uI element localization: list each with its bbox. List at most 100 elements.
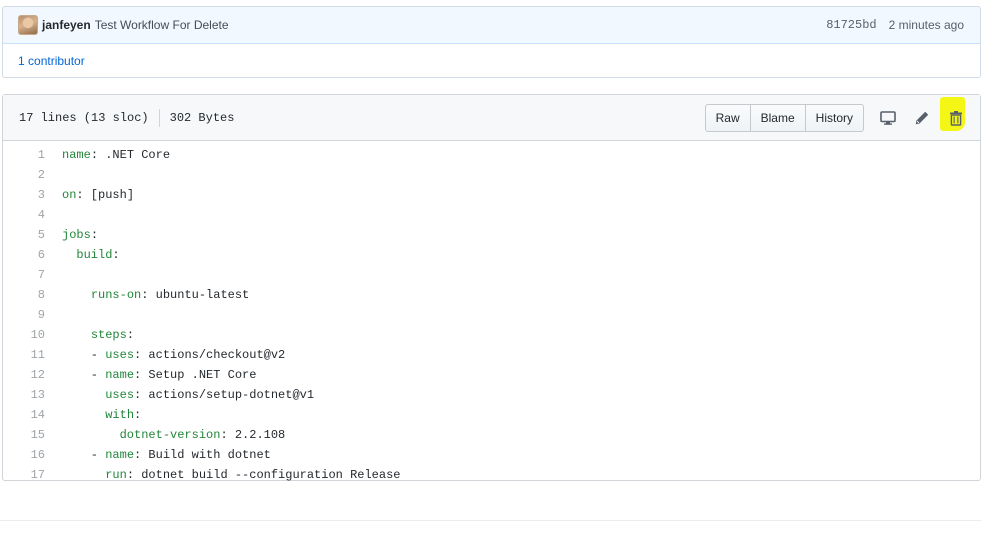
commit-author-link[interactable]: janfeyen bbox=[42, 18, 91, 32]
line-number[interactable]: 1 bbox=[3, 148, 45, 162]
commit-header: janfeyen Test Workflow For Delete 81725b… bbox=[3, 7, 980, 44]
yaml-key: build bbox=[76, 248, 113, 262]
yaml-key: run bbox=[105, 468, 127, 482]
pencil-icon bbox=[915, 111, 929, 124]
desktop-icon bbox=[880, 110, 896, 125]
line-number[interactable]: 13 bbox=[3, 388, 45, 402]
line-number[interactable]: 9 bbox=[3, 308, 45, 322]
code-text: on: [push] bbox=[45, 188, 134, 202]
open-desktop-button[interactable] bbox=[874, 104, 902, 132]
file-header: 17 lines (13 sloc) 302 Bytes Raw Blame H… bbox=[3, 95, 980, 141]
line-number[interactable]: 15 bbox=[3, 428, 45, 442]
blame-button[interactable]: Blame bbox=[750, 103, 806, 132]
code-text: with: bbox=[45, 408, 141, 422]
code-text: name: .NET Core bbox=[45, 148, 170, 162]
code-line: 10 steps: bbox=[3, 325, 980, 345]
code-line: 4 bbox=[3, 205, 980, 225]
file-lines-info: 17 lines (13 sloc) bbox=[19, 110, 149, 125]
code-line: 14 with: bbox=[3, 405, 980, 425]
file-button-group: Raw Blame History bbox=[704, 103, 864, 132]
code-line: 12 - name: Setup .NET Core bbox=[3, 365, 980, 385]
yaml-value: : dotnet build --configuration Release bbox=[126, 468, 401, 482]
line-number[interactable]: 2 bbox=[3, 168, 45, 182]
code-indent: - bbox=[62, 348, 106, 362]
code-text: - name: Build with dotnet bbox=[45, 448, 271, 462]
yaml-value: : bbox=[90, 228, 99, 242]
commit-message-link[interactable]: Test Workflow For Delete bbox=[95, 18, 229, 32]
code-text: jobs: bbox=[45, 228, 98, 242]
yaml-value: : ubuntu-latest bbox=[141, 288, 250, 302]
code-text: build: bbox=[45, 248, 120, 262]
code-view: 1 name: .NET Core 2 3 on: [push] 4 5 jobs: 6 bui… bbox=[3, 141, 980, 485]
raw-button[interactable]: Raw bbox=[704, 103, 751, 132]
yaml-key: name bbox=[105, 448, 135, 462]
line-number[interactable]: 12 bbox=[3, 368, 45, 382]
code-indent: - bbox=[62, 448, 106, 462]
yaml-value: : 2.2.108 bbox=[220, 428, 286, 442]
code-text: uses: actions/setup-dotnet@v1 bbox=[45, 388, 314, 402]
line-number[interactable]: 10 bbox=[3, 328, 45, 342]
yaml-value: : Build with dotnet bbox=[134, 448, 271, 462]
line-number[interactable]: 16 bbox=[3, 448, 45, 462]
code-text: steps: bbox=[45, 328, 134, 342]
code-line: 9 bbox=[3, 305, 980, 325]
commit-meta: 81725bd 2 minutes ago bbox=[826, 18, 964, 32]
contributors-link[interactable]: 1 contributor bbox=[18, 54, 85, 68]
line-number[interactable]: 6 bbox=[3, 248, 45, 262]
code-line: 17 run: dotnet build --configuration Rel… bbox=[3, 465, 980, 485]
yaml-key: steps bbox=[90, 328, 127, 342]
yaml-key: dotnet-version bbox=[119, 428, 221, 442]
code-line: 6 build: bbox=[3, 245, 980, 265]
page-divider bbox=[0, 520, 981, 521]
yaml-key: jobs bbox=[62, 228, 91, 242]
yaml-value: : bbox=[112, 248, 120, 262]
code-line: 1 name: .NET Core bbox=[3, 145, 980, 165]
code-text: - name: Setup .NET Core bbox=[45, 368, 257, 382]
contributors-row: 1 contributor bbox=[3, 44, 980, 77]
history-button[interactable]: History bbox=[805, 103, 864, 132]
yaml-key: name bbox=[105, 368, 135, 382]
file-actions: Raw Blame History bbox=[704, 96, 970, 132]
commit-sha-link[interactable]: 81725bd bbox=[826, 18, 876, 32]
line-number[interactable]: 3 bbox=[3, 188, 45, 202]
code-text: run: dotnet build --configuration Releas… bbox=[45, 468, 400, 482]
code-line: 8 runs-on: ubuntu-latest bbox=[3, 285, 980, 305]
trash-icon bbox=[950, 110, 962, 126]
code-line: 2 bbox=[3, 165, 980, 185]
line-number[interactable]: 8 bbox=[3, 288, 45, 302]
file-viewer: 17 lines (13 sloc) 302 Bytes Raw Blame H… bbox=[2, 94, 981, 482]
avatar[interactable] bbox=[18, 15, 38, 35]
code-line: 13 uses: actions/setup-dotnet@v1 bbox=[3, 385, 980, 405]
code-text: - uses: actions/checkout@v2 bbox=[45, 348, 285, 362]
contributors-label: contributor bbox=[28, 53, 85, 68]
code-indent: - bbox=[62, 368, 106, 382]
file-info: 17 lines (13 sloc) 302 Bytes bbox=[19, 108, 234, 127]
contributors-count: 1 bbox=[18, 53, 25, 68]
delete-file-button[interactable] bbox=[940, 96, 970, 132]
code-line: 3 on: [push] bbox=[3, 185, 980, 205]
edit-file-button[interactable] bbox=[908, 104, 936, 132]
yaml-key: uses bbox=[105, 388, 135, 402]
code-line: 15 dotnet-version: 2.2.108 bbox=[3, 425, 980, 445]
code-text: dotnet-version: 2.2.108 bbox=[45, 428, 286, 442]
yaml-value: : actions/checkout@v2 bbox=[134, 348, 286, 362]
latest-commit-box: janfeyen Test Workflow For Delete 81725b… bbox=[2, 6, 981, 78]
yaml-value: : bbox=[134, 408, 142, 422]
code-line: 5 jobs: bbox=[3, 225, 980, 245]
line-number[interactable]: 11 bbox=[3, 348, 45, 362]
line-number[interactable]: 14 bbox=[3, 408, 45, 422]
code-line: 11 - uses: actions/checkout@v2 bbox=[3, 345, 980, 365]
line-number[interactable]: 5 bbox=[3, 228, 45, 242]
yaml-value: : bbox=[126, 328, 135, 342]
line-number[interactable]: 4 bbox=[3, 208, 45, 222]
line-number[interactable]: 7 bbox=[3, 268, 45, 282]
line-number[interactable]: 17 bbox=[3, 468, 45, 482]
yaml-value: : actions/setup-dotnet@v1 bbox=[134, 388, 315, 402]
yaml-key: name bbox=[62, 148, 91, 162]
